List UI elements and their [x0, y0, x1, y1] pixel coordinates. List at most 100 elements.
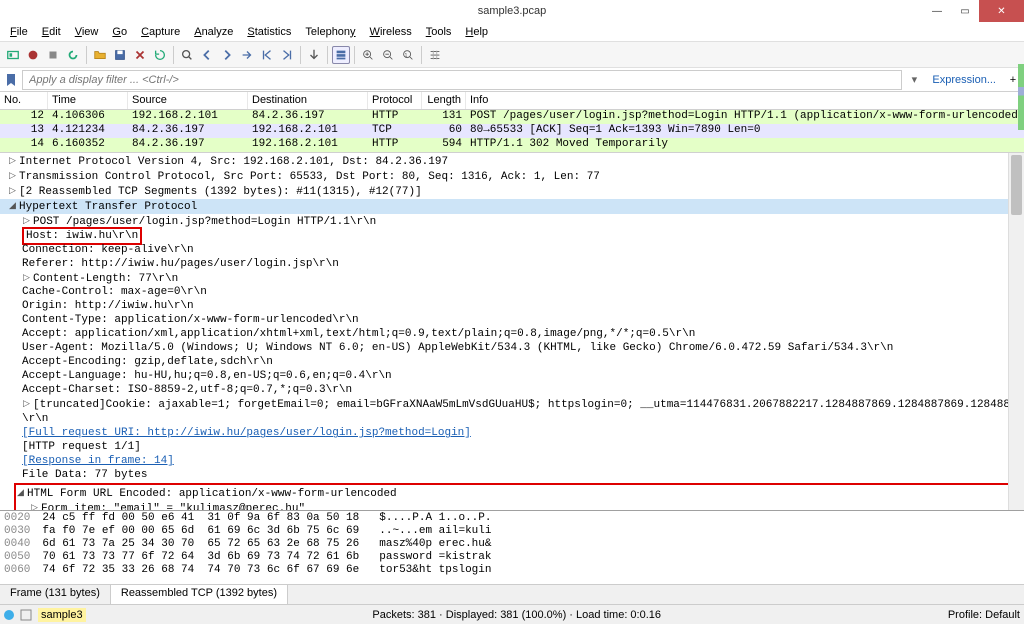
- find-icon[interactable]: [178, 46, 196, 64]
- detail-accept-encoding: Accept-Encoding: gzip,deflate,sdch\r\n: [0, 355, 1024, 369]
- tab-reassembled[interactable]: Reassembled TCP (1392 bytes): [111, 585, 288, 604]
- zoom-reset-icon[interactable]: 1: [399, 46, 417, 64]
- expand-icon[interactable]: ▷: [8, 184, 17, 198]
- col-source[interactable]: Source: [128, 92, 248, 109]
- col-no[interactable]: No.: [0, 92, 48, 109]
- detail-accept-charset: Accept-Charset: ISO-8859-2,utf-8;q=0.7,*…: [0, 383, 1024, 397]
- maximize-button[interactable]: ▭: [951, 0, 979, 22]
- svg-text:1: 1: [405, 52, 408, 58]
- col-info[interactable]: Info: [466, 92, 1024, 109]
- save-icon[interactable]: [111, 46, 129, 64]
- menu-tools[interactable]: Tools: [420, 24, 458, 40]
- col-destination[interactable]: Destination: [248, 92, 368, 109]
- start-capture-icon[interactable]: [24, 46, 42, 64]
- status-file: sample3: [38, 608, 86, 622]
- detail-reasm: [2 Reassembled TCP Segments (1392 bytes)…: [19, 186, 422, 198]
- interfaces-icon[interactable]: [4, 46, 22, 64]
- menu-statistics[interactable]: Statistics: [241, 24, 297, 40]
- status-profile[interactable]: Profile: Default: [948, 609, 1020, 621]
- detail-form-email: Form item: "email" = "kulimasz@perec.hu": [41, 503, 305, 510]
- detail-http: Hypertext Transfer Protocol: [19, 201, 197, 213]
- expert-info-icon[interactable]: [4, 610, 14, 620]
- detail-tcp: Transmission Control Protocol, Src Port:…: [19, 171, 600, 183]
- details-scrollbar[interactable]: [1008, 153, 1024, 510]
- autoscroll-icon[interactable]: [305, 46, 323, 64]
- titlebar: sample3.pcap — ▭ ✕: [0, 0, 1024, 22]
- collapse-icon[interactable]: ◢: [8, 199, 17, 213]
- resize-columns-icon[interactable]: [426, 46, 444, 64]
- detail-file-data: File Data: 77 bytes: [0, 468, 1024, 482]
- detail-host: Host: iwiw.hu\r\n: [22, 227, 142, 245]
- first-icon[interactable]: [258, 46, 276, 64]
- expand-icon[interactable]: ▷: [30, 501, 39, 510]
- zoom-in-icon[interactable]: [359, 46, 377, 64]
- status-packets: Packets: 381 · Displayed: 381 (100.0%) ·…: [372, 609, 661, 621]
- last-icon[interactable]: [278, 46, 296, 64]
- detail-crlf: \r\n: [0, 412, 1024, 426]
- close-button[interactable]: ✕: [979, 0, 1024, 22]
- expand-icon[interactable]: ▷: [22, 397, 31, 411]
- col-protocol[interactable]: Protocol: [368, 92, 422, 109]
- expand-icon[interactable]: ▷: [8, 154, 17, 168]
- window-title: sample3.pcap: [478, 5, 547, 17]
- packet-colorbar: [1018, 64, 1024, 130]
- col-time[interactable]: Time: [48, 92, 128, 109]
- bytes-tabs: Frame (131 bytes) Reassembled TCP (1392 …: [0, 584, 1024, 604]
- detail-accept: Accept: application/xml,application/xhtm…: [0, 327, 1024, 341]
- detail-cookie: [truncated]Cookie: ajaxable=1; forgetEma…: [33, 399, 1024, 411]
- menu-capture[interactable]: Capture: [135, 24, 186, 40]
- detail-user-agent: User-Agent: Mozilla/5.0 (Windows; U; Win…: [0, 341, 1024, 355]
- status-bar: sample3 Packets: 381 · Displayed: 381 (1…: [0, 604, 1024, 624]
- menu-analyze[interactable]: Analyze: [188, 24, 239, 40]
- display-filter-input[interactable]: [22, 70, 902, 90]
- next-icon[interactable]: [218, 46, 236, 64]
- expression-button[interactable]: Expression...: [926, 74, 1002, 86]
- bookmark-icon[interactable]: [4, 73, 18, 87]
- packet-row[interactable]: 124.106306192.168.2.10184.2.36.197HTTP13…: [0, 110, 1024, 124]
- toolbar: 1: [0, 42, 1024, 68]
- stop-capture-icon[interactable]: [44, 46, 62, 64]
- menu-go[interactable]: Go: [106, 24, 133, 40]
- detail-response-frame[interactable]: [Response in frame: 14]: [22, 455, 174, 467]
- menu-file[interactable]: File: [4, 24, 34, 40]
- open-file-icon[interactable]: [91, 46, 109, 64]
- menu-help[interactable]: Help: [459, 24, 494, 40]
- tab-frame[interactable]: Frame (131 bytes): [0, 585, 111, 604]
- detail-accept-language: Accept-Language: hu-HU,hu;q=0.8,en-US;q=…: [0, 369, 1024, 383]
- detail-ip: Internet Protocol Version 4, Src: 192.16…: [19, 156, 448, 168]
- reload-icon[interactable]: [151, 46, 169, 64]
- packet-list: No. Time Source Destination Protocol Len…: [0, 92, 1024, 152]
- menu-telephony[interactable]: Telephony: [299, 24, 361, 40]
- goto-icon[interactable]: [238, 46, 256, 64]
- menu-view[interactable]: View: [69, 24, 105, 40]
- packet-row[interactable]: 146.16035284.2.36.197192.168.2.101HTTP59…: [0, 138, 1024, 152]
- hex-pane[interactable]: 00200030004000500060 24 c5 ff fd 00 50 e…: [0, 510, 1024, 584]
- collapse-icon[interactable]: ◢: [16, 486, 25, 500]
- expand-icon[interactable]: ▷: [22, 271, 31, 285]
- menu-wireless[interactable]: Wireless: [364, 24, 418, 40]
- expand-icon[interactable]: ▷: [8, 169, 17, 183]
- colorize-icon[interactable]: [332, 46, 350, 64]
- expand-icon[interactable]: ▷: [22, 214, 31, 228]
- packet-details[interactable]: ▷Internet Protocol Version 4, Src: 192.1…: [0, 152, 1024, 510]
- prev-icon[interactable]: [198, 46, 216, 64]
- detail-cache: Cache-Control: max-age=0\r\n: [0, 285, 1024, 299]
- packet-list-header: No. Time Source Destination Protocol Len…: [0, 92, 1024, 110]
- detail-content-length: Content-Length: 77\r\n: [33, 272, 178, 284]
- detail-full-uri[interactable]: [Full request URI: http://iwiw.hu/pages/…: [22, 427, 471, 439]
- minimize-button[interactable]: —: [923, 0, 951, 22]
- detail-referer: Referer: http://iwiw.hu/pages/user/login…: [0, 257, 1024, 271]
- capture-file-icon: [20, 609, 32, 621]
- menubar: File Edit View Go Capture Analyze Statis…: [0, 22, 1024, 42]
- form-data-box: ◢HTML Form URL Encoded: application/x-ww…: [14, 483, 1018, 510]
- filter-bar: ▾ Expression... +: [0, 68, 1024, 92]
- detail-http-request: [HTTP request 1/1]: [0, 440, 1024, 454]
- packet-row[interactable]: 134.12123484.2.36.197192.168.2.101TCP608…: [0, 124, 1024, 138]
- zoom-out-icon[interactable]: [379, 46, 397, 64]
- restart-capture-icon[interactable]: [64, 46, 82, 64]
- detail-origin: Origin: http://iwiw.hu\r\n: [0, 299, 1024, 313]
- menu-edit[interactable]: Edit: [36, 24, 67, 40]
- close-file-icon[interactable]: [131, 46, 149, 64]
- col-length[interactable]: Length: [422, 92, 466, 109]
- filter-apply-icon[interactable]: ▾: [906, 73, 922, 86]
